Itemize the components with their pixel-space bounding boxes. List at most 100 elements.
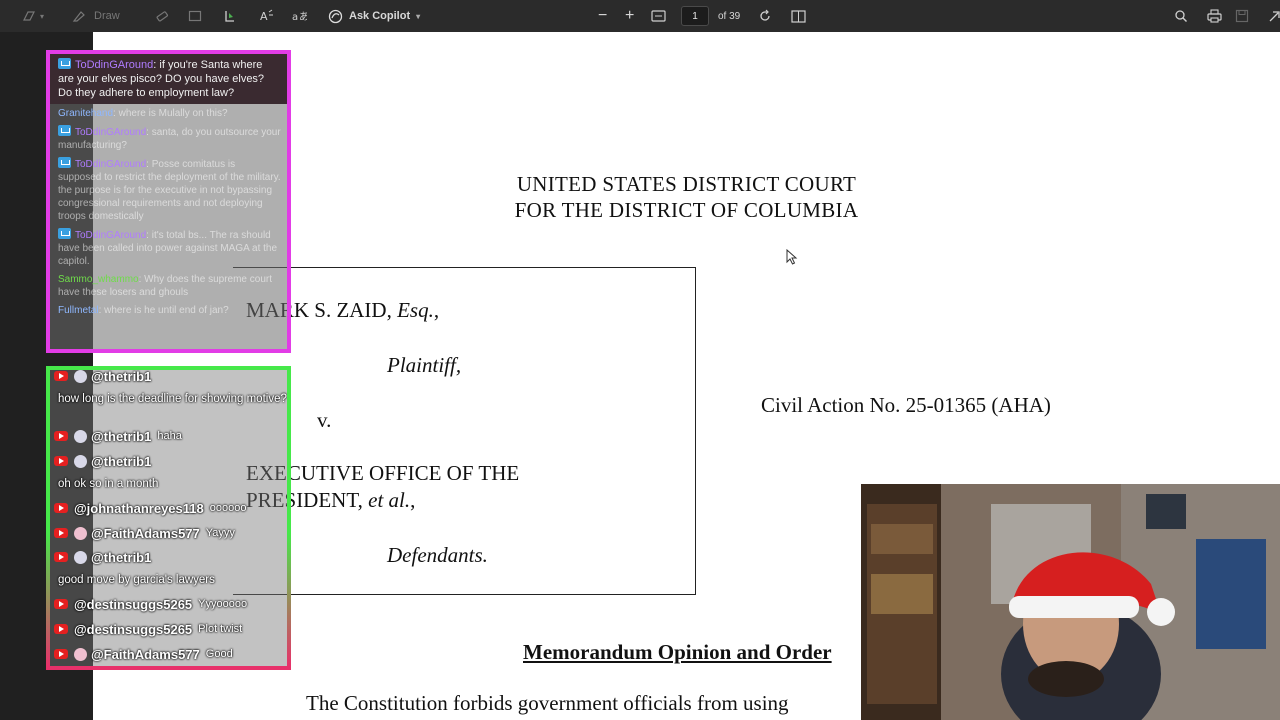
search-icon[interactable] bbox=[1174, 0, 1188, 32]
chat-message-text: oooooo bbox=[209, 502, 247, 514]
chat-message: ToDdinGAround: santa, do you outsource y… bbox=[58, 125, 281, 151]
chat-message-text: where is Mulally on this? bbox=[118, 108, 228, 119]
chat-username: ToDdinGAround bbox=[75, 127, 147, 138]
ask-copilot-button[interactable]: Ask Copilot ▾ bbox=[328, 0, 420, 32]
expand-icon[interactable] bbox=[1268, 0, 1280, 32]
subscriber-badge-icon bbox=[58, 125, 71, 136]
chat-overlay-twitch: ToDdinGAround: if you're Santa where are… bbox=[46, 50, 291, 353]
chat-username: Fullmetal bbox=[58, 305, 99, 316]
chevron-down-icon[interactable]: ▾ bbox=[40, 0, 44, 32]
webcam-scene bbox=[861, 484, 1280, 720]
chat-row: @thetrib1 bbox=[54, 547, 157, 567]
body-text-line: The Constitution forbids government offi… bbox=[306, 691, 789, 715]
chat-row: @thetrib1 bbox=[54, 451, 157, 471]
youtube-icon bbox=[54, 649, 68, 659]
chat-row: @destinsuggs5265 Plot twist bbox=[54, 619, 242, 639]
draw-icon[interactable] bbox=[72, 0, 86, 32]
youtube-icon bbox=[54, 503, 68, 513]
save-icon[interactable] bbox=[1235, 0, 1249, 32]
pinned-chat-message: ToDdinGAround: if you're Santa where are… bbox=[50, 54, 287, 104]
subscriber-badge-icon bbox=[58, 228, 71, 239]
print-icon[interactable] bbox=[1207, 0, 1222, 32]
chat-message-text: oh ok so in a month bbox=[58, 478, 159, 490]
avatar bbox=[74, 454, 87, 468]
youtube-icon bbox=[54, 528, 68, 538]
zoom-out-button[interactable]: − bbox=[598, 0, 607, 32]
chat-handle: @destinsuggs5265 bbox=[74, 596, 193, 612]
chat-username: Granitehand bbox=[58, 108, 114, 119]
chat-username: ToDdinGAround bbox=[75, 59, 154, 71]
chat-username: ToDdinGAround bbox=[75, 159, 147, 170]
chat-message: ToDdinGAround: it's total bs... The ra s… bbox=[58, 228, 278, 267]
chat-row: @FaithAdams577 Yayyy bbox=[54, 523, 235, 543]
chat-message-text: Plot twist bbox=[198, 623, 243, 635]
avatar bbox=[74, 370, 87, 383]
defendant-role: Defendants. bbox=[387, 543, 488, 567]
chat-handle: @thetrib1 bbox=[91, 549, 152, 565]
subscriber-badge-icon bbox=[58, 58, 71, 69]
copilot-icon bbox=[328, 9, 343, 23]
chat-message-text: haha bbox=[157, 430, 182, 442]
chevron-down-icon: ▾ bbox=[416, 11, 421, 21]
avatar bbox=[74, 429, 87, 443]
youtube-icon bbox=[54, 624, 68, 634]
chat-row: @thetrib1 haha bbox=[54, 426, 182, 446]
chat-handle: @thetrib1 bbox=[91, 368, 152, 384]
page-view-icon[interactable] bbox=[791, 0, 806, 32]
chat-row: @destinsuggs5265 Yyyooooo bbox=[54, 594, 247, 614]
chat-message-text: Yayyy bbox=[205, 527, 235, 539]
webcam-feed bbox=[861, 484, 1280, 720]
chat-message: Fullmetal: where is he until end of jan? bbox=[58, 305, 229, 316]
page-total-label: of 39 bbox=[718, 10, 741, 22]
chat-message: Granitehand: where is Mulally on this? bbox=[58, 108, 228, 119]
defendant-suffix: et al. bbox=[368, 488, 411, 512]
zoom-in-button[interactable]: + bbox=[625, 0, 634, 32]
read-aloud-icon[interactable]: A bbox=[259, 0, 274, 32]
chat-message-text: good move by garcia's lawyers bbox=[58, 574, 215, 586]
subscriber-badge-icon bbox=[58, 157, 71, 168]
text-box-icon[interactable] bbox=[188, 0, 202, 32]
defendant-suffix-comma: , bbox=[410, 488, 416, 512]
plaintiff-suffix: Esq. bbox=[397, 298, 434, 322]
mouse-cursor-icon bbox=[786, 249, 798, 265]
chat-overlay-youtube: @thetrib1 how long is the deadline for s… bbox=[46, 366, 291, 670]
chat-username: ToDdinGAround bbox=[75, 230, 147, 241]
memorandum-title: Memorandum Opinion and Order bbox=[523, 640, 832, 664]
chat-message-text: Yyyooooo bbox=[198, 598, 248, 610]
chat-handle: @thetrib1 bbox=[91, 453, 152, 469]
youtube-icon bbox=[54, 456, 68, 466]
chat-handle: @johnathanreyes118 bbox=[74, 500, 204, 516]
youtube-icon bbox=[54, 431, 68, 441]
translate-icon[interactable]: aあ bbox=[292, 0, 307, 32]
civil-action-number: Civil Action No. 25-01365 (AHA) bbox=[761, 393, 1051, 417]
youtube-icon bbox=[54, 552, 68, 562]
rotate-icon[interactable] bbox=[758, 0, 772, 32]
chat-handle: @FaithAdams577 bbox=[91, 646, 200, 662]
select-tool-icon[interactable] bbox=[223, 0, 237, 32]
eraser-icon[interactable] bbox=[155, 0, 169, 32]
plaintiff-suffix-comma: , bbox=[433, 298, 440, 322]
versus-label: v. bbox=[317, 408, 332, 432]
svg-text:A: A bbox=[260, 10, 268, 23]
avatar bbox=[74, 647, 87, 661]
fit-page-icon[interactable] bbox=[651, 0, 666, 32]
chat-username: Sammo_whammo bbox=[58, 274, 139, 285]
youtube-icon bbox=[54, 371, 68, 381]
avatar bbox=[74, 526, 87, 540]
pdf-toolbar: ▾ Draw A aあ Ask Copilot ▾ − + 1 of 39 bbox=[0, 0, 1280, 33]
highlight-icon[interactable] bbox=[22, 0, 36, 32]
chat-row: @johnathanreyes118 oooooo bbox=[54, 498, 246, 518]
draw-button-label[interactable]: Draw bbox=[94, 0, 120, 32]
chat-message-text: how long is the deadline for showing mot… bbox=[58, 393, 287, 405]
ask-copilot-label: Ask Copilot bbox=[349, 10, 411, 22]
youtube-icon bbox=[54, 599, 68, 609]
chat-handle: @FaithAdams577 bbox=[91, 525, 200, 541]
chat-message: Sammo_whammo: Why does the supreme court… bbox=[58, 274, 272, 298]
plaintiff-role: Plaintiff, bbox=[387, 353, 462, 377]
page-number-input[interactable]: 1 bbox=[681, 6, 709, 26]
chat-row: @thetrib1 bbox=[54, 368, 157, 386]
chat-message: ToDdinGAround: Posse comitatus is suppos… bbox=[58, 157, 281, 222]
chat-message-text: where is he until end of jan? bbox=[104, 305, 229, 316]
chat-row: @FaithAdams577 Good bbox=[54, 644, 233, 664]
chat-handle: @destinsuggs5265 bbox=[74, 621, 193, 637]
